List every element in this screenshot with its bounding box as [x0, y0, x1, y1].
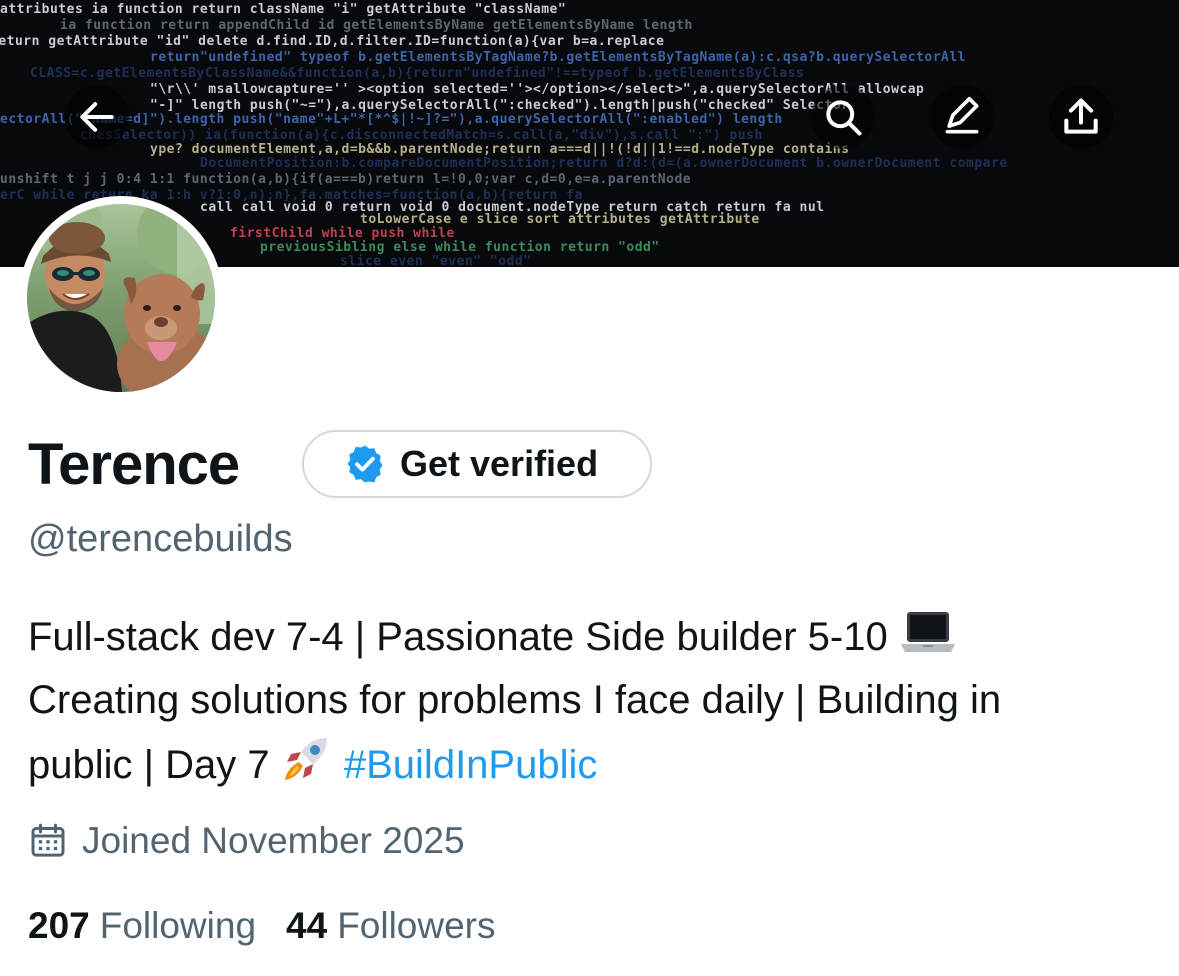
banner-code-line: return"undefined" typeof b.getElementsBy… — [150, 50, 967, 65]
bio-text: public | Day 7 — [28, 743, 270, 787]
get-verified-button[interactable]: Get verified — [302, 430, 652, 498]
banner-code-line: unshift t j j 0:4 1:1 function(a,b){if(a… — [0, 172, 692, 187]
joined-date: Joined November 2025 — [28, 820, 465, 862]
edit-button[interactable] — [930, 85, 994, 149]
banner-code-line: chesSelector)) ia(function(a){c.disconne… — [80, 128, 763, 143]
banner-code-line: return getAttribute "id" delete d.find.I… — [0, 34, 665, 49]
search-icon — [826, 100, 862, 136]
bio-line-1: Full-stack dev 7-4 | Passionate Side bui… — [28, 606, 1158, 669]
back-button[interactable] — [65, 85, 129, 149]
banner-code-line: toLowerCase e slice sort attributes getA… — [360, 212, 760, 227]
profile-handle: @terencebuilds — [28, 518, 293, 560]
bio-line-2: Creating solutions for problems I face d… — [28, 678, 1002, 722]
search-button[interactable] — [811, 85, 875, 149]
bio-text: Full-stack dev 7-4 | Passionate Side bui… — [28, 615, 888, 659]
profile-avatar[interactable] — [19, 196, 223, 400]
banner-code-line: ype? documentElement,a,d=b&&b.parentNode… — [150, 142, 850, 157]
follow-stats: 207 Following 44 Followers — [28, 905, 526, 947]
get-verified-label: Get verified — [400, 443, 599, 484]
laptop-emoji — [900, 612, 955, 652]
banner-code-line: CLASS=c.getElementsByClassName&&function… — [30, 66, 805, 81]
avatar-photo — [27, 204, 215, 392]
followers-count: 44 — [286, 905, 328, 946]
pencil-icon — [945, 96, 979, 134]
banner-code-line: "\r\\' msallowcapture='' ><option select… — [150, 82, 925, 97]
display-name: Terence — [28, 432, 240, 497]
calendar-icon — [31, 823, 65, 857]
banner-code-line: "-]" length push("~="),a.querySelectorAl… — [150, 98, 850, 113]
banner-code-line: firstChild while push while — [230, 226, 455, 241]
rocket-emoji — [284, 738, 327, 780]
following-link[interactable]: 207 Following — [28, 905, 256, 947]
arrow-left-icon — [80, 102, 114, 132]
following-count: 207 — [28, 905, 90, 946]
banner-code-line: slice even "even" "odd" — [340, 254, 532, 267]
banner-code-line: DocumentPosition:b.compareDocumentPositi… — [200, 156, 1008, 171]
followers-link[interactable]: 44 Followers — [286, 905, 495, 947]
following-label: Following — [99, 905, 257, 946]
share-upload-icon — [1064, 98, 1098, 134]
hashtag-link[interactable]: #BuildInPublic — [344, 743, 598, 787]
share-button[interactable] — [1049, 85, 1113, 149]
verified-badge-icon — [347, 445, 383, 483]
bio-line-3: public | Day 7 #BuildInPublic — [28, 732, 1158, 797]
banner-code-line: attributes ia function return className … — [0, 2, 567, 17]
followers-label: Followers — [337, 905, 496, 946]
profile-bio: Full-stack dev 7-4 | Passionate Side bui… — [28, 606, 1158, 797]
joined-label: Joined November 2025 — [82, 820, 465, 861]
banner-code-line: previousSibling else while function retu… — [260, 240, 660, 255]
banner-code-line: ia function return appendChild id getEle… — [60, 18, 693, 33]
